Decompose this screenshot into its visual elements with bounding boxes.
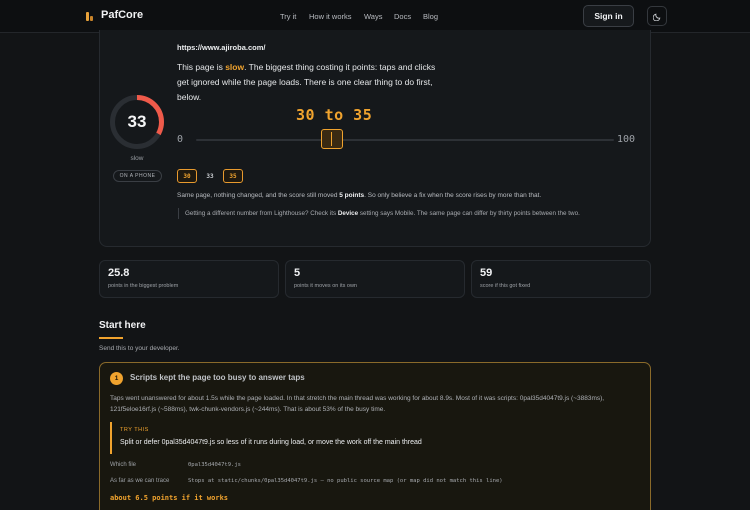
stat-label: score if this got fixed xyxy=(480,283,531,289)
which-file-value: 0pal35d4047t9.js xyxy=(188,462,241,468)
stat-label: points in the biggest problem xyxy=(108,283,179,289)
stat-card-fixed-score: 59 score if this got fixed xyxy=(471,260,651,298)
variance-note-bold: 5 points xyxy=(339,192,365,199)
nav-link-blog[interactable]: Blog xyxy=(423,12,438,21)
lighthouse-note-post: setting says Mobile. The same page can d… xyxy=(358,210,580,217)
device-badge[interactable]: ON A PHONE xyxy=(113,170,162,182)
stat-value: 5 xyxy=(294,267,301,279)
headline-slow: slow xyxy=(225,62,245,72)
variance-note-pre: Same page, nothing changed, and the scor… xyxy=(177,192,340,199)
run-chip-low: 30 xyxy=(177,169,197,183)
moon-icon xyxy=(652,13,660,21)
stat-card-biggest-problem: 25.8 points in the biggest problem xyxy=(99,260,279,298)
nav-link-how-it-works[interactable]: How it works xyxy=(309,12,352,21)
variance-note: Same page, nothing changed, and the scor… xyxy=(177,192,541,199)
run-chip-mid: 33 xyxy=(206,172,214,180)
nav-link-try-it[interactable]: Try it xyxy=(280,12,296,21)
which-file-key: Which file xyxy=(110,462,137,468)
range-axis-max: 100 xyxy=(617,134,636,145)
score-headline: This page is slow. The biggest thing cos… xyxy=(177,60,447,105)
stat-value: 59 xyxy=(480,267,493,279)
lighthouse-note-pre: Getting a different number from Lighthou… xyxy=(185,210,338,217)
run-chip-high: 35 xyxy=(223,169,243,183)
page-url[interactable]: https://www.ajiroba.com/ xyxy=(177,43,265,52)
range-axis-min: 0 xyxy=(177,134,184,145)
nav-link-ways[interactable]: Ways xyxy=(364,12,382,21)
score-value: 33 xyxy=(127,112,147,131)
issue-title[interactable]: Scripts kept the page too busy to answer… xyxy=(130,373,305,382)
lighthouse-note-bold: Device xyxy=(337,210,359,217)
theme-toggle-button[interactable] xyxy=(647,6,667,26)
sign-in-button[interactable]: Sign in xyxy=(583,5,634,27)
lighthouse-note: Getting a different number from Lighthou… xyxy=(178,208,633,219)
brand-logo[interactable]: PafCore xyxy=(86,9,143,21)
issue-description: Taps went unanswered for about 1.5s whil… xyxy=(110,395,605,413)
range-handle-grip xyxy=(330,132,333,146)
trace-key: As far as we can trace xyxy=(110,478,170,484)
try-this-callout xyxy=(110,422,640,454)
start-here-subtitle: Send this to your developer. xyxy=(99,345,180,352)
range-track xyxy=(196,139,614,141)
start-here-heading: Start here xyxy=(99,320,146,331)
variance-note-post: . So only believe a fix when the score r… xyxy=(364,192,542,199)
nav-link-docs[interactable]: Docs xyxy=(394,12,411,21)
stat-value: 25.8 xyxy=(108,267,130,279)
logo-icon xyxy=(86,10,95,21)
range-handle[interactable] xyxy=(320,129,343,149)
brand-name: PafCore xyxy=(101,9,144,21)
expected-gain: about 6.5 points if it works xyxy=(110,494,229,502)
trace-value: Stops at static/chunks/0pal35d4047t9.js … xyxy=(188,478,503,484)
stat-card-noise: 5 points it moves on its own xyxy=(285,260,465,298)
stat-label: points it moves on its own xyxy=(294,283,357,289)
score-label: slow xyxy=(130,155,144,162)
top-nav: PafCore Try it How it works Ways Docs Bl… xyxy=(0,0,750,33)
try-this-text: Split or defer 0pal35d4047t9.js so less … xyxy=(120,439,422,446)
score-range-text: 30 to 35 xyxy=(296,106,373,124)
try-this-label: TRY THIS xyxy=(120,427,149,433)
issue-number-badge: 1 xyxy=(110,372,123,385)
headline-pre: This page is xyxy=(177,62,226,72)
heading-underline xyxy=(99,337,123,339)
